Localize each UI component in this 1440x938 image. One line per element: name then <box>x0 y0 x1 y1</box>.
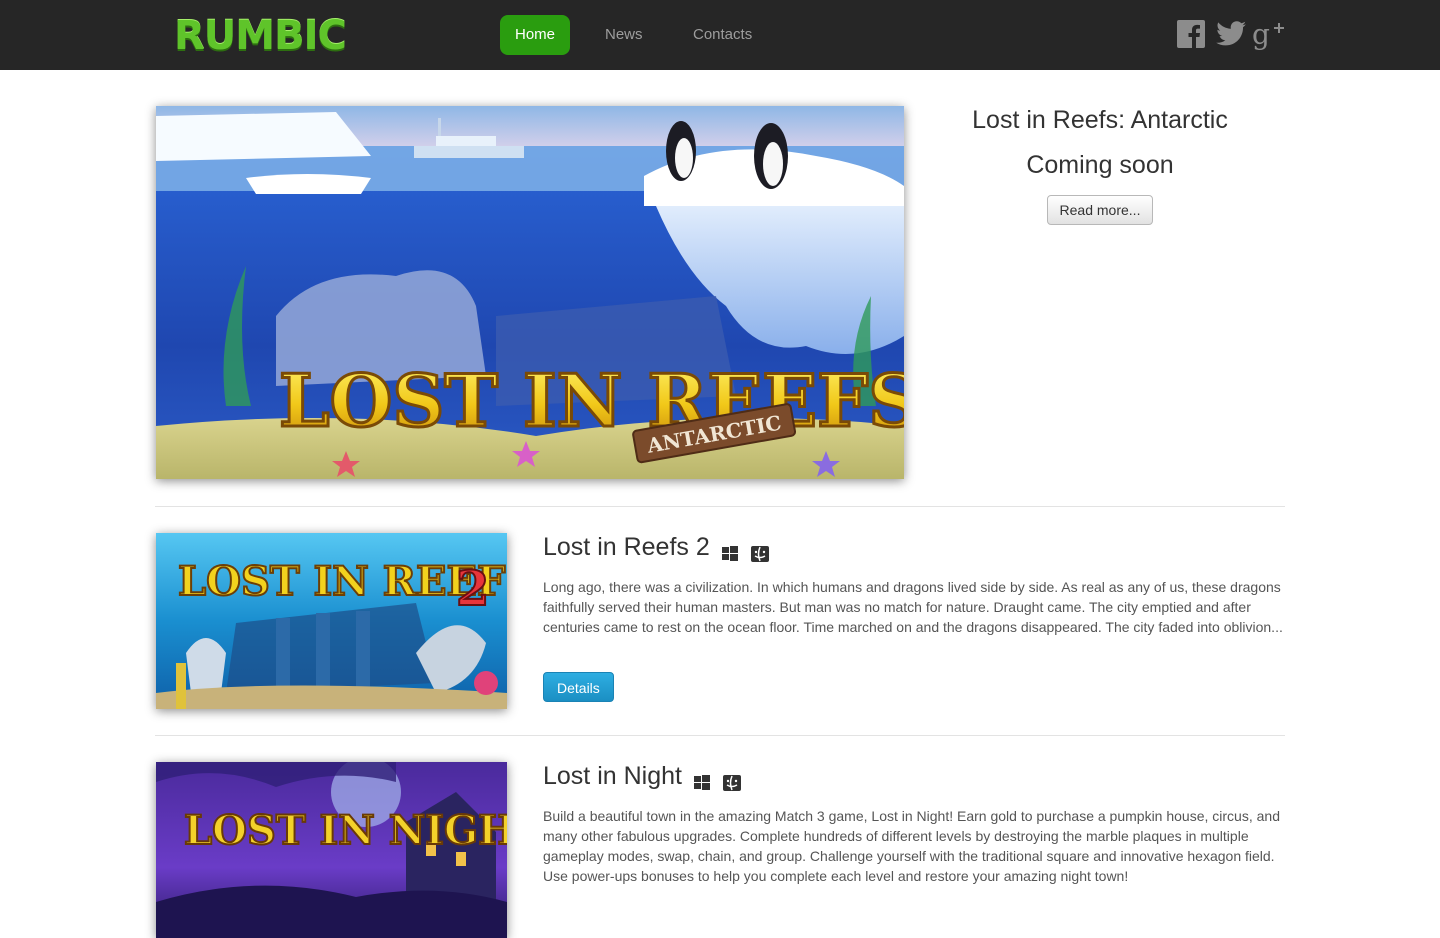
thumbnail-logo-text: LOST IN NIGHT <box>184 807 507 854</box>
featured-status: Coming soon <box>1026 151 1174 179</box>
game-thumbnail-lost-in-reefs-2[interactable]: LOST IN REEFS 2 <box>156 533 507 709</box>
svg-text:g: g <box>1252 20 1270 50</box>
details-button[interactable]: Details <box>543 672 614 702</box>
nav-contacts[interactable]: Contacts <box>678 15 767 55</box>
banner-logo-text: LOST IN REEFS <box>279 358 904 443</box>
game-description: Build a beautiful town in the amazing Ma… <box>543 808 1280 884</box>
twitter-icon[interactable] <box>1215 20 1246 50</box>
game-title-lost-in-reefs-2[interactable]: Lost in Reefs 2 <box>543 531 769 563</box>
game-title-lost-in-night[interactable]: Lost in Night <box>543 760 741 792</box>
site-logo[interactable]: RUMBIC <box>174 13 347 59</box>
nav-news[interactable]: News <box>590 15 658 55</box>
logo-text: RUMBIC <box>174 13 347 59</box>
top-navbar: RUMBIC Home News Contacts g <box>0 0 1440 70</box>
featured-title: Lost in Reefs: Antarctic <box>972 106 1228 134</box>
featured-info: Lost in Reefs: Antarctic Coming soon Rea… <box>940 100 1260 225</box>
game-title-text: Lost in Night <box>543 762 682 790</box>
google-plus-icon[interactable]: g <box>1252 18 1286 51</box>
game-title-text: Lost in Reefs 2 <box>543 533 710 561</box>
thumbnail-number-text: 2 <box>456 561 489 617</box>
mac-finder-icon <box>722 768 741 792</box>
featured-game-banner[interactable]: LOST IN REEFS ANTARCTIC <box>156 106 904 479</box>
windows-icon <box>693 768 711 791</box>
windows-icon <box>721 539 739 562</box>
game-description: Long ago, there was a civilization. In w… <box>543 579 1283 635</box>
divider <box>155 506 1285 507</box>
nav-home[interactable]: Home <box>500 15 571 55</box>
mac-finder-icon <box>750 539 769 563</box>
facebook-icon[interactable] <box>1177 20 1207 50</box>
divider <box>155 735 1285 736</box>
game-thumbnail-lost-in-night[interactable]: LOST IN NIGHT <box>156 762 507 938</box>
read-more-button[interactable]: Read more... <box>1046 195 1154 225</box>
